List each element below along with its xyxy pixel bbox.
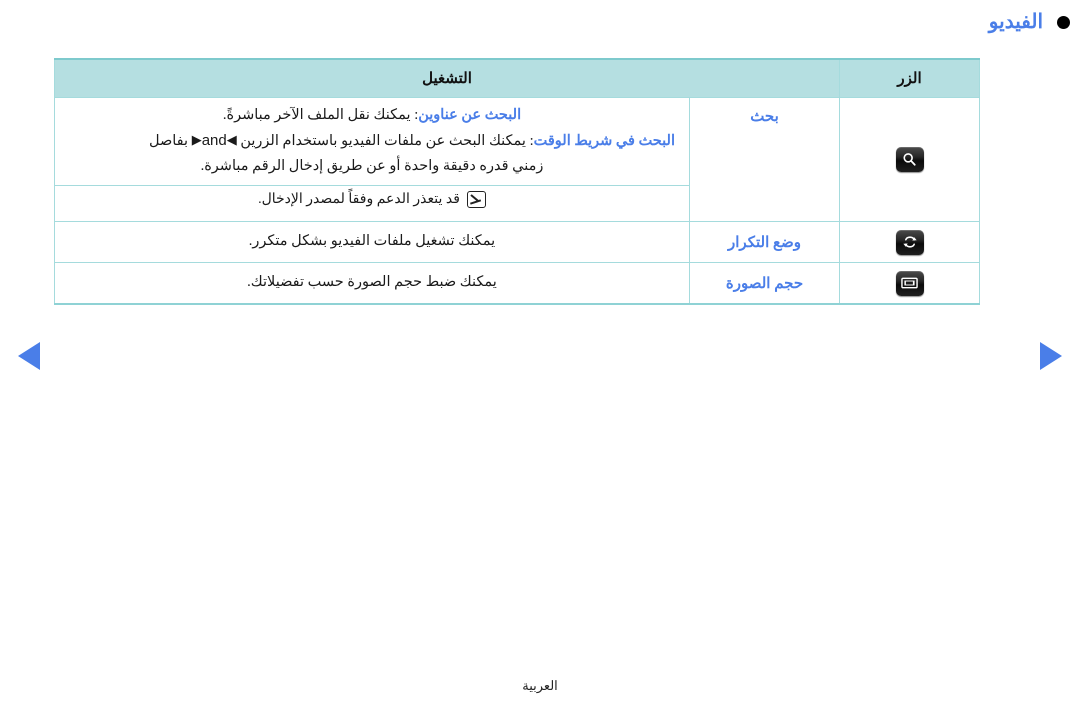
table-row: وضع التكرار يمكنك تشغيل ملفات الفيديو بش…	[54, 221, 980, 264]
table-header: الزر التشغيل	[54, 58, 980, 98]
description-tail: بفاصل	[148, 132, 192, 149]
note-cell: قد يتعذر الدعم وفقاً لمصدر الإدخال.	[54, 184, 690, 223]
prev-page-arrow[interactable]	[18, 342, 40, 370]
footer-language-label: العربية	[522, 678, 558, 693]
next-page-arrow[interactable]	[1040, 342, 1062, 370]
description-line: البحث في شريط الوقت: يمكنك البحث عن ملفا…	[69, 128, 675, 154]
term-highlight: البحث في شريط الوقت	[533, 132, 675, 149]
note-pencil-icon	[466, 191, 486, 209]
description-line: يمكنك تشغيل ملفات الفيديو بشكل متكرر.	[248, 233, 496, 250]
right-arrow-glyph: ▶	[191, 132, 202, 148]
description-text: : يمكنك البحث عن ملفات الفيديو باستخدام …	[236, 132, 534, 149]
table-row: بحث البحث عن عناوين: يمكنك نقل الملف الآ…	[54, 96, 980, 223]
description-line: البحث عن عناوين: يمكنك نقل الملف الآخر م…	[69, 103, 675, 128]
row-label-repeat: وضع التكرار	[689, 221, 840, 264]
column-header-button: الزر	[839, 58, 980, 98]
operation-table: الزر التشغيل بحث البحث عن عناوين: يمكنك …	[54, 58, 980, 306]
page-title: الفيديو	[988, 11, 1043, 33]
column-header-operation: التشغيل	[54, 58, 840, 98]
row-label-search: بحث	[689, 96, 840, 223]
description-line: زمني قدره دقيقة واحدة أو عن طريق إدخال ا…	[200, 157, 544, 174]
button-cell-repeat	[839, 221, 980, 264]
table-header-row: الزر التشغيل	[54, 58, 980, 98]
note-text: قد يتعذر الدعم وفقاً لمصدر الإدخال.	[258, 191, 460, 207]
description-line: يمكنك ضبط حجم الصورة حسب تفضيلاتك.	[247, 274, 497, 291]
page-title-row: الفيديو	[989, 12, 1070, 32]
row-description-picture-size: يمكنك ضبط حجم الصورة حسب تفضيلاتك.	[54, 262, 690, 306]
button-cell-picture-size	[839, 262, 980, 306]
bullet-icon	[1057, 15, 1070, 29]
left-arrow-glyph: ◀	[226, 132, 237, 148]
table-body: بحث البحث عن عناوين: يمكنك نقل الملف الآ…	[54, 96, 980, 306]
note-block: قد يتعذر الدعم وفقاً لمصدر الإدخال.	[258, 188, 486, 212]
term-highlight: البحث عن عناوين	[418, 107, 522, 123]
conjunction-and: and	[201, 131, 227, 149]
row-description-repeat: يمكنك تشغيل ملفات الفيديو بشكل متكرر.	[54, 221, 690, 264]
description-text: : يمكنك نقل الملف الآخر مباشرةً.	[222, 107, 419, 123]
search-icon[interactable]	[895, 147, 924, 173]
repeat-icon[interactable]	[895, 229, 924, 255]
table-row: حجم الصورة يمكنك ضبط حجم الصورة حسب تفضي…	[54, 262, 980, 306]
picture-size-icon[interactable]	[895, 270, 924, 296]
row-label-picture-size: حجم الصورة	[689, 262, 840, 306]
button-cell-search	[839, 96, 980, 223]
row-description-search: البحث عن عناوين: يمكنك نقل الملف الآخر م…	[54, 97, 690, 186]
manual-page: الفيديو الزر التشغيل بحث البحث عن عناوين…	[0, 0, 1080, 705]
